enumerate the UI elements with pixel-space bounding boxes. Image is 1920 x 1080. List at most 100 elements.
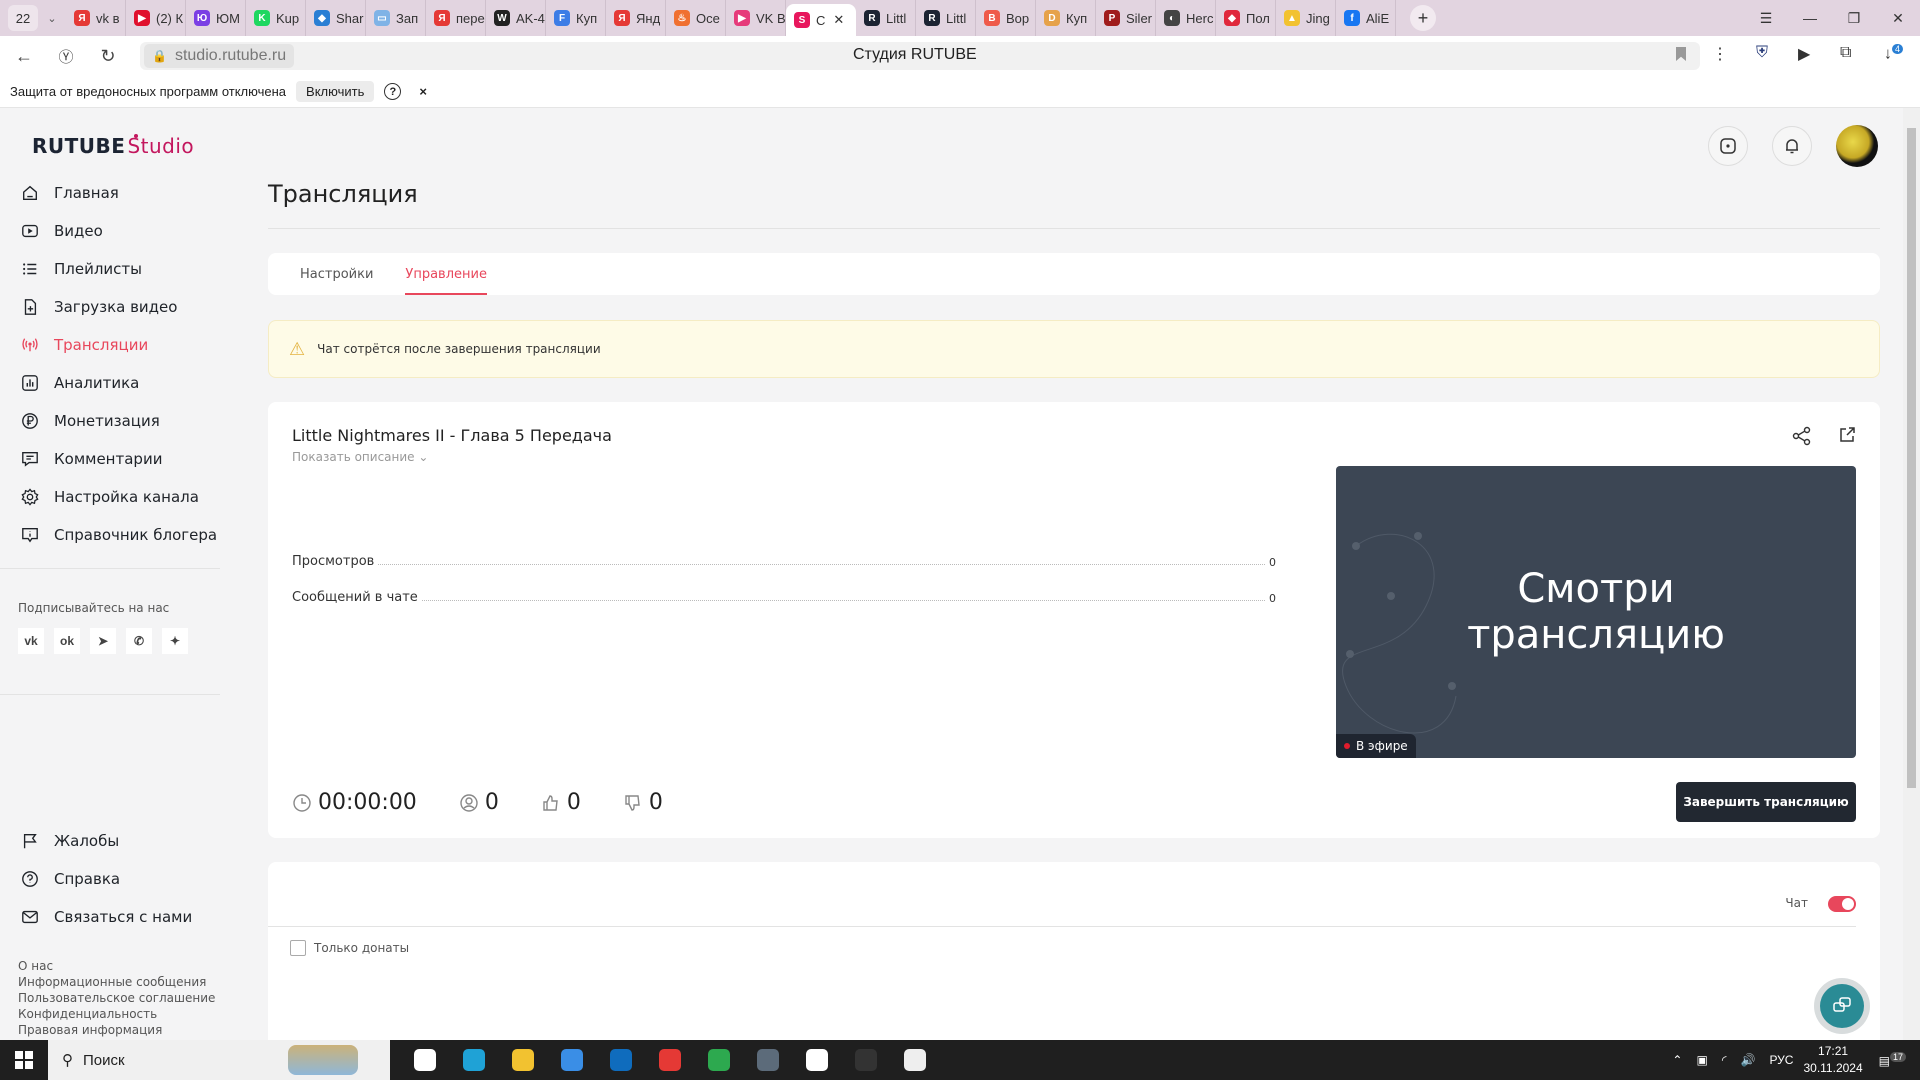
browser-tab[interactable]: W AK-4: [486, 0, 546, 36]
taskbar-app-edge[interactable]: [449, 1040, 498, 1080]
tab-management[interactable]: Управление: [405, 253, 487, 295]
restore-button[interactable]: ❐: [1832, 0, 1876, 36]
sidebar-item-ruble[interactable]: Монетизация: [0, 402, 222, 440]
rutube-studio-logo[interactable]: RUTUBE Studio: [32, 134, 194, 158]
tab-count[interactable]: 22: [8, 5, 38, 31]
footer-link[interactable]: Информационные сообщения: [18, 974, 215, 990]
sidebar-item-home[interactable]: Главная: [0, 174, 222, 212]
taskbar-app-calculator[interactable]: [743, 1040, 792, 1080]
new-tab-button[interactable]: +: [1410, 5, 1436, 31]
chat-toggle[interactable]: [1828, 896, 1856, 912]
taskbar-app-task-view[interactable]: [400, 1040, 449, 1080]
browser-tab[interactable]: Яvk в: [66, 0, 126, 36]
external-link-icon[interactable]: [1838, 426, 1856, 444]
sidebar-item-analytics[interactable]: Аналитика: [0, 364, 222, 402]
browser-menu-icon[interactable]: ☰: [1744, 0, 1788, 36]
sidebar-item-flag[interactable]: Жалобы: [0, 822, 222, 860]
start-button[interactable]: [0, 1040, 48, 1080]
browser-tab[interactable]: K Kup: [246, 0, 306, 36]
enable-protection-button[interactable]: Включить: [296, 81, 375, 102]
browser-tab[interactable]: ◐ Herc: [1156, 0, 1216, 36]
collections-icon[interactable]: ⧉: [1840, 44, 1851, 62]
downloads-icon[interactable]: ↓ 4: [1884, 44, 1904, 63]
end-stream-button[interactable]: Завершить трансляцию: [1676, 782, 1856, 822]
clock[interactable]: 17:21 30.11.2024: [1803, 1043, 1862, 1077]
taskbar-app-outlook[interactable]: [596, 1040, 645, 1080]
media-player-icon[interactable]: ▶: [1798, 44, 1810, 64]
taskbar-app-yandex[interactable]: [645, 1040, 694, 1080]
reload-button[interactable]: ↻: [90, 41, 126, 71]
page-scrollbar[interactable]: [1903, 108, 1920, 1040]
taskbar-app-yandex-browser[interactable]: [792, 1040, 841, 1080]
scrollbar-thumb[interactable]: [1907, 128, 1916, 788]
taskbar-search[interactable]: ⚲ Поиск: [48, 1040, 256, 1080]
footer-link[interactable]: О нас: [18, 958, 215, 974]
bookmark-icon[interactable]: [1676, 47, 1686, 61]
protect-extension-icon[interactable]: ⛨: [1756, 44, 1768, 62]
browser-tab[interactable]: Я Янд: [606, 0, 666, 36]
taskbar-app-store[interactable]: [547, 1040, 596, 1080]
close-window-button[interactable]: ✕: [1876, 0, 1920, 36]
taskbar-app-explorer[interactable]: [498, 1040, 547, 1080]
browser-tab[interactable]: P Siler: [1096, 0, 1156, 36]
browser-tab[interactable]: F Куп: [546, 0, 606, 36]
sidebar-item-help[interactable]: Справка: [0, 860, 222, 898]
volume-icon[interactable]: 🔊: [1740, 1053, 1755, 1067]
browser-tab[interactable]: B Вор: [976, 0, 1036, 36]
browser-tab[interactable]: ▶ (2) К: [126, 0, 186, 36]
browser-tab[interactable]: ▶ VK В: [726, 0, 786, 36]
sidebar-item-comment[interactable]: Комментарии: [0, 440, 222, 478]
telegram-icon[interactable]: ➤: [90, 628, 116, 654]
donations-only-checkbox[interactable]: [290, 940, 306, 956]
vk-icon[interactable]: vk: [18, 628, 44, 654]
browser-tab[interactable]: R Littl: [856, 0, 916, 36]
browser-tab[interactable]: ◆ Пол: [1216, 0, 1276, 36]
wifi-icon[interactable]: ◜: [1722, 1053, 1727, 1067]
viber-icon[interactable]: ✆: [126, 628, 152, 654]
taskbar-app-obs[interactable]: [841, 1040, 890, 1080]
sidebar-item-mail[interactable]: Связаться с нами: [0, 898, 222, 936]
yandex-home-icon[interactable]: Ⓨ: [48, 41, 84, 71]
sidebar-item-video[interactable]: Видео: [0, 212, 222, 250]
address-bar[interactable]: 🔒 studio.rutube.ru Студия RUTUBE: [140, 42, 1700, 70]
taskbar-app-chrome[interactable]: [694, 1040, 743, 1080]
donations-only-option[interactable]: Только донаты: [290, 940, 409, 956]
browser-tab[interactable]: Япере: [426, 0, 486, 36]
footer-link[interactable]: Конфиденциальность: [18, 1006, 215, 1022]
minimize-button[interactable]: —: [1788, 0, 1832, 36]
browser-tab[interactable]: R Littl: [916, 0, 976, 36]
search-highlight-image[interactable]: [256, 1040, 390, 1080]
browser-tab[interactable]: f AliE: [1336, 0, 1396, 36]
tab-settings[interactable]: Настройки: [300, 253, 373, 295]
tab-list-chevron-icon[interactable]: ⌄: [38, 12, 66, 25]
stream-preview[interactable]: Смотри трансляцию В эфире: [1336, 466, 1856, 758]
browser-tab[interactable]: ▭ Зап: [366, 0, 426, 36]
tray-overflow-icon[interactable]: ⌃: [1672, 1053, 1682, 1067]
sidebar-item-list[interactable]: Плейлисты: [0, 250, 222, 288]
back-button[interactable]: ←: [6, 41, 42, 71]
sidebar-item-upload[interactable]: Загрузка видео: [0, 288, 222, 326]
browser-tab-active[interactable]: S С ✕: [786, 4, 856, 36]
notification-center-icon[interactable]: ▤ 17: [1879, 1052, 1906, 1068]
camera-icon[interactable]: ▣: [1696, 1053, 1707, 1067]
user-avatar[interactable]: [1836, 125, 1878, 167]
browser-tab[interactable]: ♨ Осе: [666, 0, 726, 36]
more-options-icon[interactable]: ⋮: [1712, 44, 1728, 64]
close-infobar-button[interactable]: ×: [419, 84, 427, 99]
footer-link[interactable]: Пользовательское соглашение: [18, 990, 215, 1006]
dzen-icon[interactable]: ✦: [162, 628, 188, 654]
browser-tab[interactable]: D Куп: [1036, 0, 1096, 36]
url-chip[interactable]: 🔒 studio.rutube.ru: [144, 44, 295, 68]
support-chat-button[interactable]: [1814, 978, 1870, 1034]
browser-tab[interactable]: ◆ Shar: [306, 0, 366, 36]
browser-tab[interactable]: Ю ЮМ: [186, 0, 246, 36]
odnoklassniki-icon[interactable]: ok: [54, 628, 80, 654]
share-icon[interactable]: [1792, 426, 1812, 446]
sidebar-item-gear[interactable]: Настройка канала: [0, 478, 222, 516]
create-button[interactable]: [1708, 126, 1748, 166]
sidebar-item-info[interactable]: Справочник блогера: [0, 516, 222, 554]
browser-tab[interactable]: ▲ Jing: [1276, 0, 1336, 36]
sidebar-item-broadcast[interactable]: Трансляции: [0, 326, 222, 364]
taskbar-app-app[interactable]: [890, 1040, 939, 1080]
footer-link[interactable]: Правовая информация: [18, 1022, 215, 1038]
